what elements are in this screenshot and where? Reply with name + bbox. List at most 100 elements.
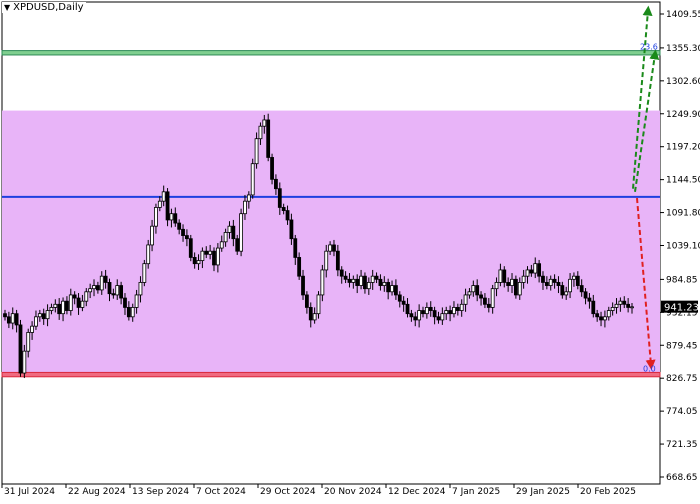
resistance-band <box>1 50 661 56</box>
candle-body <box>123 297 127 308</box>
candle-body <box>432 310 437 318</box>
candle-body <box>382 282 387 286</box>
candle <box>142 259 147 287</box>
candle-body <box>49 307 54 311</box>
candle-body <box>564 291 569 296</box>
candle-body <box>510 278 514 286</box>
candle-body <box>521 275 526 283</box>
price-tick-label: 879.45 <box>666 341 698 351</box>
candle-body <box>401 300 406 305</box>
time-tick-label: 22 Aug 2024 <box>68 487 126 497</box>
price-tick-label: 826.75 <box>666 374 698 384</box>
candle-body <box>10 313 15 324</box>
candle-body <box>6 316 11 324</box>
candle-body <box>370 275 375 283</box>
candle-body <box>212 250 216 266</box>
candle-body <box>587 297 592 302</box>
candle-body <box>626 303 631 308</box>
time-tick-label: 13 Sep 2024 <box>132 487 189 497</box>
candle-body <box>219 241 224 249</box>
candle-body <box>65 300 69 311</box>
candle-body <box>475 285 480 296</box>
price-axis[interactable]: 1409.55 1355.30 1302.60 1249.90 1197.20 1144.… <box>660 10 700 483</box>
current-price-tag: 941.23 <box>661 300 699 314</box>
candle-body <box>494 282 499 290</box>
candle-body <box>134 294 139 308</box>
time-tick-label: 20 Nov 2024 <box>324 487 382 497</box>
candle-body <box>92 285 96 290</box>
candle-body <box>517 282 522 296</box>
candle-body <box>262 119 267 127</box>
candle-body <box>599 316 603 321</box>
price-chart[interactable]: 23.6 0.0 1409.55 1355.30 1302.60 1249.90 119… <box>0 0 700 500</box>
candle-body <box>332 244 336 252</box>
candle-body <box>68 294 73 311</box>
candle-body <box>428 307 433 311</box>
candle-body <box>84 291 89 302</box>
candle-body <box>436 316 441 321</box>
candle-body <box>169 213 174 221</box>
candle <box>18 319 23 377</box>
candle-body <box>421 310 425 315</box>
price-tick-label: 1039.10 <box>666 242 700 252</box>
candle-body <box>103 275 108 283</box>
candle-body <box>88 288 93 293</box>
candle-body <box>339 269 344 277</box>
candle-body <box>417 310 422 321</box>
candle-body <box>595 313 600 318</box>
candle-body <box>394 285 398 296</box>
candle-body <box>378 278 383 286</box>
candle <box>188 234 193 262</box>
candle-body <box>185 235 189 240</box>
candle-body <box>192 257 197 265</box>
chevron-down-icon[interactable]: ▼ <box>4 3 10 12</box>
candle-body <box>107 282 112 295</box>
candle-body <box>181 228 185 236</box>
price-tick-label: 668.65 <box>666 473 698 483</box>
candle-body <box>463 294 468 305</box>
candle-body <box>320 269 325 296</box>
candle-body <box>568 278 572 293</box>
time-tick-label: 29 Jan 2025 <box>516 487 570 497</box>
candle-body <box>498 269 503 283</box>
candle-body <box>583 291 588 299</box>
candle-body <box>266 119 271 158</box>
candle-body <box>552 278 557 283</box>
candle-body <box>397 294 402 302</box>
candle-body <box>366 282 371 290</box>
candle-body <box>560 285 565 296</box>
candle-body <box>347 278 352 283</box>
candle-body <box>486 303 491 308</box>
candle-body <box>138 282 143 296</box>
chart-window[interactable]: 23.6 0.0 1409.55 1355.30 1302.60 1249.90 119… <box>0 0 700 500</box>
candle-body <box>254 138 259 165</box>
candle-body <box>258 125 263 140</box>
candle-body <box>45 310 50 320</box>
candle-body <box>459 303 464 311</box>
candle-body <box>537 263 542 277</box>
candle-body <box>424 307 429 315</box>
price-tick-label: 1302.60 <box>666 77 700 87</box>
candle-body <box>274 178 278 190</box>
candle-body <box>293 238 298 258</box>
candle-body <box>525 269 530 277</box>
candle-body <box>606 310 611 318</box>
time-tick-label: 29 Oct 2024 <box>260 487 316 497</box>
fib-level-label-bottom: 0.0 <box>643 364 656 373</box>
candle-body <box>502 269 507 283</box>
time-tick-label: 20 Feb 2025 <box>580 487 636 497</box>
candle-body <box>208 250 213 255</box>
candle-body <box>409 313 414 318</box>
candle-body <box>177 222 182 230</box>
time-axis[interactable]: 31 Jul 2024 22 Aug 2024 13 Sep 2024 7 Oct 2… <box>1 484 636 497</box>
candle-body <box>200 250 205 261</box>
candle-body <box>603 316 607 321</box>
candle-body <box>227 225 232 233</box>
candle-body <box>3 313 7 318</box>
candle-body <box>231 225 236 240</box>
candle <box>250 158 255 199</box>
candle-body <box>452 307 456 315</box>
candle-body <box>363 275 367 290</box>
candle-body <box>161 191 166 202</box>
candle-body <box>22 350 27 374</box>
